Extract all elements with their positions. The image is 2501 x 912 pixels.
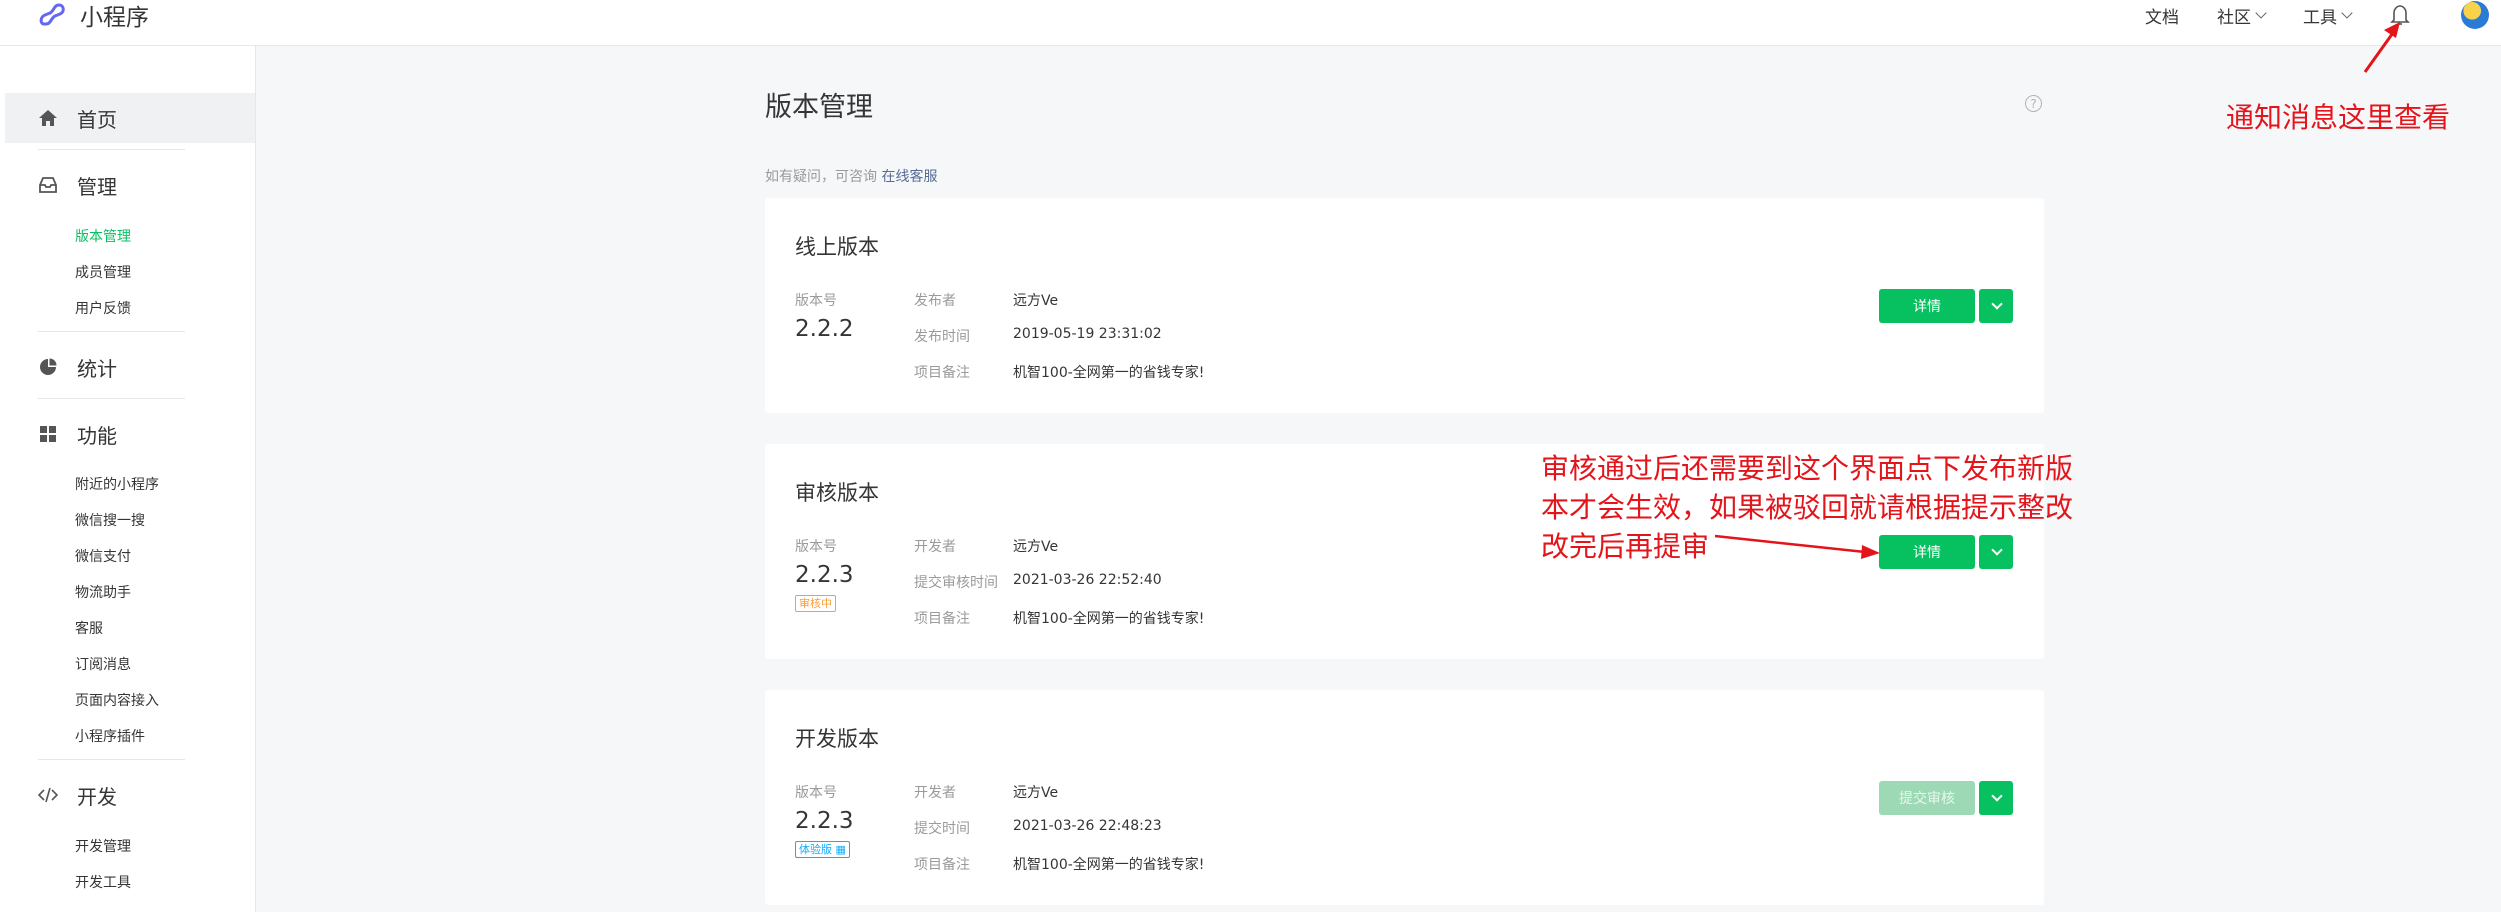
bell-icon[interactable] (2389, 3, 2411, 27)
online-version-card: 线上版本 版本号 2.2.2 发布者 远方Ve 发布时间 2019-05-19 … (765, 198, 2044, 413)
trial-badge-label: 体验版 (799, 843, 832, 856)
code-icon (38, 785, 58, 805)
status-badge: 审核中 (795, 595, 836, 612)
sidebar-item-dev-tools[interactable]: 开发工具 (75, 872, 131, 892)
sidebar-item-features[interactable]: 功能 (5, 409, 255, 459)
help-tip: 如有疑问，可咨询 在线客服 (765, 166, 937, 186)
card-title: 审核版本 (795, 481, 879, 505)
sidebar-item-label: 统计 (77, 356, 117, 381)
more-dropdown-button[interactable] (1979, 289, 2013, 323)
divider (38, 759, 185, 760)
help-tip-text: 如有疑问，可咨询 (765, 169, 877, 185)
sidebar-item-content[interactable]: 页面内容接入 (75, 690, 159, 710)
submit-review-time-value: 2021-03-26 22:52:40 (1013, 572, 1162, 588)
version-number: 2.2.2 (795, 316, 854, 342)
publisher-label: 发布者 (914, 293, 956, 309)
help-icon[interactable]: ? (2025, 95, 2042, 112)
grid-icon (38, 424, 58, 444)
sidebar-item-manage[interactable]: 管理 (5, 160, 255, 210)
review-annotation-line: 审核通过后还需要到这个界面点下发布新版 (1541, 452, 2074, 485)
card-title: 线上版本 (795, 235, 879, 259)
sidebar-item-version-manage[interactable]: 版本管理 (75, 226, 131, 246)
sidebar-item-user-feedback[interactable]: 用户反馈 (75, 298, 131, 318)
sidebar-item-service[interactable]: 客服 (75, 618, 103, 638)
divider (38, 149, 185, 150)
divider (38, 398, 185, 399)
submit-time-label: 提交时间 (914, 821, 970, 837)
qrcode-icon: ▦ (835, 843, 846, 856)
sidebar-item-dev[interactable]: 开发 (5, 770, 255, 820)
nav-tools-label: 工具 (2303, 7, 2337, 28)
page-title: 版本管理 (765, 92, 873, 123)
notice-annotation: 通知消息这里查看 (2226, 101, 2451, 134)
brand[interactable]: 小程序 (38, 0, 149, 31)
nav-community[interactable]: 社区 (2217, 3, 2267, 28)
sidebar-item-member-manage[interactable]: 成员管理 (75, 262, 131, 282)
review-annotation: 审核通过后还需要到这个界面点下发布新版 本才会生效，如果被驳回就请根据提示整改 … (1541, 449, 2073, 566)
review-annotation-line: 本才会生效，如果被驳回就请根据提示整改 (1541, 491, 2074, 524)
avatar[interactable] (2461, 1, 2489, 29)
remark-label: 项目备注 (914, 611, 970, 627)
sidebar-item-label: 开发 (77, 784, 117, 809)
sidebar-item-label: 管理 (77, 174, 117, 199)
version-label: 版本号 (795, 539, 837, 555)
sidebar-item-subscribe[interactable]: 订阅消息 (75, 654, 131, 674)
chevron-down-icon (2255, 6, 2267, 19)
remark-value: 机智100-全网第一的省钱专家! (1013, 365, 1205, 381)
developer-label: 开发者 (914, 539, 956, 555)
developer-value: 远方Ve (1013, 539, 1059, 555)
sidebar: 首页 管理 版本管理 成员管理 用户反馈 统计 功能 附近的小程序 微信搜一搜 … (0, 46, 256, 912)
sidebar-item-plugin[interactable]: 小程序插件 (75, 726, 145, 746)
version-label: 版本号 (795, 293, 837, 309)
home-icon (38, 108, 58, 128)
remark-label: 项目备注 (914, 857, 970, 873)
online-service-link[interactable]: 在线客服 (881, 169, 937, 185)
remark-label: 项目备注 (914, 365, 970, 381)
review-annotation-line: 改完后再提审 (1541, 530, 1710, 563)
submit-time-value: 2021-03-26 22:48:23 (1013, 818, 1162, 834)
nav-tools[interactable]: 工具 (2303, 3, 2353, 28)
more-dropdown-button[interactable] (1979, 781, 2013, 815)
detail-button[interactable]: 详情 (1879, 289, 1975, 323)
divider (38, 331, 185, 332)
sidebar-item-logistics[interactable]: 物流助手 (75, 582, 131, 602)
sidebar-item-nearby[interactable]: 附近的小程序 (75, 474, 159, 494)
sidebar-item-dev-manage[interactable]: 开发管理 (75, 836, 131, 856)
publisher-value: 远方Ve (1013, 293, 1059, 309)
nav-community-label: 社区 (2217, 7, 2251, 28)
publish-time-label: 发布时间 (914, 329, 970, 345)
nav-docs[interactable]: 文档 (2145, 3, 2179, 28)
chevron-down-icon (2341, 6, 2353, 19)
developer-label: 开发者 (914, 785, 956, 801)
top-bar: 小程序 文档 社区 工具 (0, 0, 2501, 46)
nav-docs-label: 文档 (2145, 7, 2179, 28)
inbox-icon (38, 175, 58, 195)
chevron-down-icon (1991, 297, 2003, 310)
develop-version-card: 开发版本 版本号 2.2.3 体验版 ▦ 开发者 远方Ve 提交时间 2021-… (765, 690, 2044, 905)
sidebar-item-label: 首页 (77, 107, 117, 132)
sidebar-item-home[interactable]: 首页 (5, 93, 255, 143)
sidebar-item-search[interactable]: 微信搜一搜 (75, 510, 145, 530)
version-number: 2.2.3 (795, 562, 854, 588)
sidebar-item-label: 功能 (77, 423, 117, 448)
top-nav: 文档 社区 工具 (2145, 0, 2501, 30)
version-label: 版本号 (795, 785, 837, 801)
submit-review-button[interactable]: 提交审核 (1879, 781, 1975, 815)
publish-time-value: 2019-05-19 23:31:02 (1013, 326, 1162, 342)
remark-value: 机智100-全网第一的省钱专家! (1013, 611, 1205, 627)
card-title: 开发版本 (795, 727, 879, 751)
sidebar-item-pay[interactable]: 微信支付 (75, 546, 131, 566)
pie-chart-icon (38, 357, 58, 377)
submit-review-time-label: 提交审核时间 (914, 575, 998, 591)
miniprogram-logo-icon (39, 3, 65, 26)
version-number: 2.2.3 (795, 808, 854, 834)
remark-value: 机智100-全网第一的省钱专家! (1013, 857, 1205, 873)
trial-badge[interactable]: 体验版 ▦ (795, 841, 850, 858)
sidebar-item-stats[interactable]: 统计 (5, 342, 255, 392)
brand-name: 小程序 (80, 5, 149, 31)
developer-value: 远方Ve (1013, 785, 1059, 801)
chevron-down-icon (1991, 789, 2003, 802)
